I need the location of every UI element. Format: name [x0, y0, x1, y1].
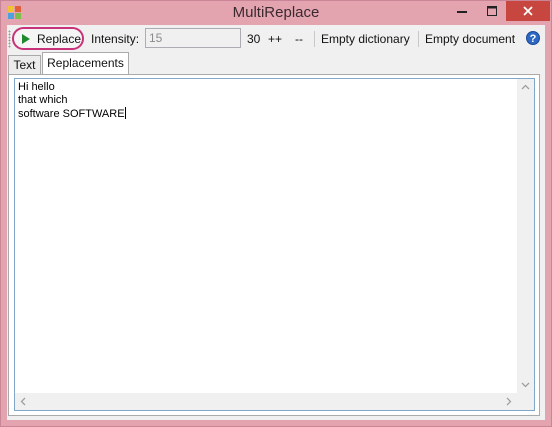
- minimize-icon: [457, 11, 467, 13]
- scroll-left-icon[interactable]: [20, 397, 26, 406]
- editor-line: Hi hello: [18, 81, 55, 93]
- scroll-down-icon[interactable]: [521, 382, 530, 388]
- help-icon[interactable]: ?: [526, 31, 540, 45]
- intensity-input[interactable]: 15: [145, 28, 241, 48]
- replacements-editor[interactable]: Hi hello that which software SOFTWARE: [14, 78, 535, 411]
- replace-button[interactable]: Replace: [12, 27, 84, 50]
- replace-button-label: Replace: [37, 32, 82, 46]
- editor-text[interactable]: Hi hello that which software SOFTWARE: [18, 81, 126, 121]
- close-icon: [523, 6, 533, 16]
- intensity-label: Intensity:: [91, 32, 140, 46]
- minimize-button[interactable]: [445, 1, 479, 21]
- app-window: MultiReplace Replace Intensity: 15 30 ++…: [0, 0, 552, 427]
- tab-text[interactable]: Text: [8, 55, 41, 75]
- toolbar-separator: [418, 31, 419, 47]
- text-caret: [124, 107, 126, 119]
- client-area: Replace Intensity: 15 30 ++ -- Empty dic…: [7, 25, 545, 420]
- intensity-max-label: 30: [247, 32, 261, 46]
- close-button[interactable]: [506, 1, 550, 21]
- maximize-icon: [487, 6, 497, 16]
- scroll-right-icon[interactable]: [506, 397, 512, 406]
- title-bar[interactable]: MultiReplace: [1, 1, 551, 25]
- editor-line: that which: [18, 94, 68, 106]
- play-icon: [22, 34, 30, 44]
- empty-document-button[interactable]: Empty document: [425, 32, 515, 46]
- maximize-button[interactable]: [479, 1, 505, 21]
- editor-line: software SOFTWARE: [18, 107, 126, 120]
- empty-dictionary-button[interactable]: Empty dictionary: [321, 32, 410, 46]
- scroll-up-icon[interactable]: [521, 84, 530, 90]
- vertical-scrollbar[interactable]: [517, 79, 534, 393]
- scrollbar-corner: [517, 393, 534, 410]
- increase-intensity-button[interactable]: ++: [268, 32, 282, 46]
- toolbar-grip[interactable]: [8, 30, 11, 48]
- tab-panel: Hi hello that which software SOFTWARE: [8, 74, 540, 416]
- tab-replacements[interactable]: Replacements: [42, 52, 129, 75]
- toolbar-separator: [314, 31, 315, 47]
- toolbar: Replace Intensity: 15 30 ++ -- Empty dic…: [7, 25, 545, 53]
- horizontal-scrollbar[interactable]: [15, 393, 517, 410]
- decrease-intensity-button[interactable]: --: [295, 32, 303, 46]
